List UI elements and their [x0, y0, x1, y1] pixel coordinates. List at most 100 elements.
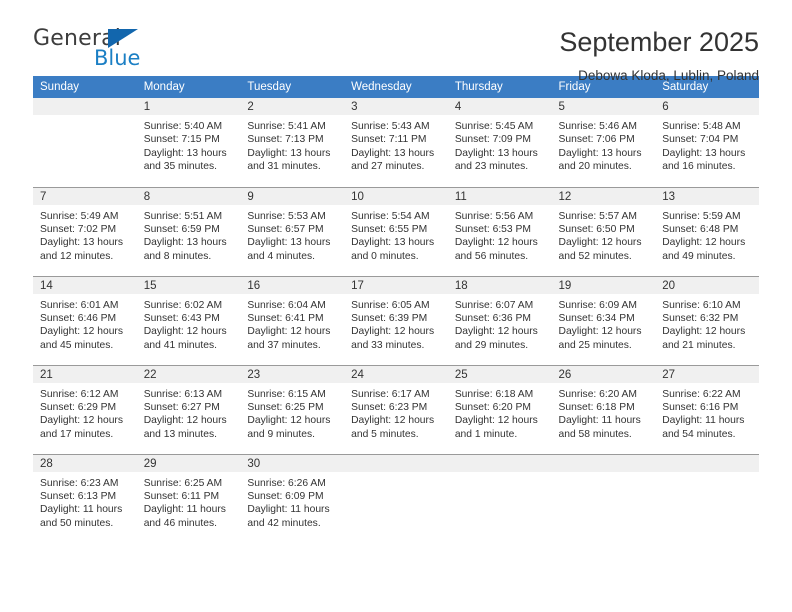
day-number: 23 — [240, 365, 345, 383]
calendar-day-cell[interactable]: 6 Sunrise: 5:48 AM Sunset: 7:04 PM Daylight… — [655, 98, 759, 187]
daylight-duration-line1: Daylight: 13 hours — [40, 237, 123, 249]
calendar-day-cell[interactable]: 26 Sunrise: 6:20 AM Sunset: 6:18 PM Dayligh… — [551, 364, 656, 454]
calendar-day-cell[interactable]: 2 Sunrise: 5:41 AM Sunset: 7:13 PM Daylight… — [240, 98, 345, 187]
weekday-header-thursday: Thursday — [447, 76, 552, 98]
daylight-duration-line2: and 45 minutes. — [40, 339, 114, 351]
calendar-day-cell[interactable]: 10 Sunrise: 5:54 AM Sunset: 6:55 PM Dayligh… — [344, 186, 448, 276]
sunrise-time: Sunrise: 5:54 AM — [351, 210, 430, 222]
calendar-day-cell[interactable]: 28 Sunrise: 6:23 AM Sunset: 6:13 PM Dayligh… — [33, 453, 137, 543]
weekday-header-monday: Monday — [136, 76, 241, 98]
calendar-day-cell[interactable]: 22 Sunrise: 6:13 AM Sunset: 6:27 PM Dayligh… — [136, 364, 241, 454]
calendar-week-row: 21 Sunrise: 6:12 AM Sunset: 6:29 PM Dayligh… — [33, 364, 759, 454]
sunset-time: Sunset: 6:20 PM — [454, 401, 531, 413]
sunrise-time: Sunrise: 6:22 AM — [662, 388, 741, 400]
calendar-day-cell[interactable]: 11 Sunrise: 5:56 AM Sunset: 6:53 PM Dayligh… — [447, 186, 552, 276]
calendar-day-cell[interactable]: 15 Sunrise: 6:02 AM Sunset: 6:43 PM Dayligh… — [136, 275, 241, 365]
calendar-day-cell[interactable]: 25 Sunrise: 6:18 AM Sunset: 6:20 PM Dayligh… — [447, 364, 552, 454]
sunset-time: Sunset: 7:06 PM — [558, 134, 635, 146]
daylight-duration-line1: Daylight: 12 hours — [662, 326, 746, 338]
day-number: 18 — [447, 276, 552, 294]
weekday-header-tuesday: Tuesday — [240, 76, 345, 98]
daylight-duration-line1: Daylight: 12 hours — [454, 415, 538, 427]
calendar-day-cell[interactable]: 3 Sunrise: 5:43 AM Sunset: 7:11 PM Daylight… — [344, 98, 448, 187]
calendar-day-cell[interactable]: 17 Sunrise: 6:05 AM Sunset: 6:39 PM Dayligh… — [344, 275, 448, 365]
calendar-day-cell[interactable]: 18 Sunrise: 6:07 AM Sunset: 6:36 PM Dayligh… — [447, 275, 552, 365]
calendar-day-cell[interactable]: 23 Sunrise: 6:15 AM Sunset: 6:25 PM Dayligh… — [240, 364, 345, 454]
calendar-day-cell[interactable]: 21 Sunrise: 6:12 AM Sunset: 6:29 PM Dayligh… — [33, 364, 137, 454]
day-number: 15 — [136, 276, 241, 294]
calendar-day-cell[interactable]: 14 Sunrise: 6:01 AM Sunset: 6:46 PM Dayligh… — [33, 275, 137, 365]
sunrise-time: Sunrise: 5:45 AM — [454, 121, 534, 132]
sunset-time: Sunset: 6:11 PM — [143, 490, 220, 502]
daylight-duration-line1: Daylight: 13 hours — [247, 237, 331, 249]
calendar-body: 1 Sunrise: 5:40 AM Sunset: 7:15 PM Daylight… — [33, 98, 759, 543]
calendar-day-cell[interactable]: 9 Sunrise: 5:53 AM Sunset: 6:57 PM Daylight… — [240, 186, 345, 276]
daylight-duration-line1: Daylight: 12 hours — [143, 415, 227, 427]
calendar-day-cell[interactable]: 19 Sunrise: 6:09 AM Sunset: 6:34 PM Dayligh… — [551, 275, 656, 365]
daylight-duration-line1: Daylight: 13 hours — [143, 237, 227, 249]
day-number: 8 — [136, 187, 241, 205]
day-number — [344, 454, 448, 472]
calendar-day-cell[interactable]: 1 Sunrise: 5:40 AM Sunset: 7:15 PM Daylight… — [136, 98, 241, 187]
day-details: Sunrise: 5:51 AM Sunset: 6:59 PM Daylight:… — [137, 205, 241, 264]
day-details: Sunrise: 6:05 AM Sunset: 6:39 PM Daylight:… — [344, 294, 448, 353]
day-details: Sunrise: 6:01 AM Sunset: 6:46 PM Daylight:… — [33, 294, 137, 353]
sunset-time: Sunset: 7:15 PM — [143, 134, 220, 146]
sunset-time: Sunset: 6:55 PM — [351, 223, 428, 235]
day-details: Sunrise: 5:56 AM Sunset: 6:53 PM Daylight:… — [448, 205, 552, 264]
calendar-day-cell[interactable]: 16 Sunrise: 6:04 AM Sunset: 6:41 PM Dayligh… — [240, 275, 345, 365]
daylight-duration-line1: Daylight: 12 hours — [454, 326, 538, 338]
sunrise-time: Sunrise: 5:49 AM — [40, 210, 119, 222]
day-number: 19 — [551, 276, 656, 294]
day-number: 10 — [344, 187, 448, 205]
calendar-day-cell[interactable]: 8 Sunrise: 5:51 AM Sunset: 6:59 PM Daylight… — [136, 186, 241, 276]
month-calendar: Sunday Monday Tuesday Wednesday Thursday… — [33, 76, 759, 543]
daylight-duration-line2: and 13 minutes. — [143, 428, 217, 440]
day-number: 29 — [136, 454, 241, 472]
day-number: 1 — [136, 98, 241, 115]
sunrise-time: Sunrise: 5:53 AM — [247, 210, 326, 222]
sunset-time: Sunset: 6:43 PM — [143, 312, 220, 324]
day-number — [447, 454, 552, 472]
sunset-time: Sunset: 6:13 PM — [40, 490, 117, 502]
sunrise-time: Sunrise: 5:48 AM — [662, 121, 741, 132]
calendar-day-cell[interactable]: 13 Sunrise: 5:59 AM Sunset: 6:48 PM Dayligh… — [655, 186, 759, 276]
sunset-time: Sunset: 6:48 PM — [662, 223, 739, 235]
daylight-duration-line2: and 25 minutes. — [558, 339, 632, 351]
calendar-day-cell[interactable]: 12 Sunrise: 5:57 AM Sunset: 6:50 PM Dayligh… — [551, 186, 656, 276]
sunset-time: Sunset: 6:29 PM — [40, 401, 117, 413]
day-number: 21 — [33, 365, 137, 383]
sunset-time: Sunset: 6:32 PM — [662, 312, 739, 324]
calendar-day-cell[interactable]: 27 Sunrise: 6:22 AM Sunset: 6:16 PM Dayligh… — [655, 364, 759, 454]
calendar-day-cell[interactable]: 24 Sunrise: 6:17 AM Sunset: 6:23 PM Dayligh… — [344, 364, 448, 454]
general-blue-logo[interactable]: General Blue — [33, 26, 153, 72]
sunrise-time: Sunrise: 5:40 AM — [143, 121, 223, 132]
calendar-empty-cell — [447, 453, 552, 543]
sunset-time: Sunset: 6:16 PM — [662, 401, 739, 413]
sunset-time: Sunset: 6:41 PM — [247, 312, 324, 324]
day-details: Sunrise: 5:59 AM Sunset: 6:48 PM Daylight:… — [655, 205, 759, 264]
calendar-day-cell[interactable]: 30 Sunrise: 6:26 AM Sunset: 6:09 PM Dayligh… — [240, 453, 345, 543]
calendar-day-cell[interactable]: 7 Sunrise: 5:49 AM Sunset: 7:02 PM Daylight… — [33, 186, 137, 276]
calendar-empty-cell — [344, 453, 448, 543]
calendar-day-cell[interactable]: 5 Sunrise: 5:46 AM Sunset: 7:06 PM Daylight… — [551, 98, 656, 187]
sunrise-time: Sunrise: 6:05 AM — [351, 299, 430, 311]
daylight-duration-line2: and 42 minutes. — [247, 517, 321, 529]
sunrise-time: Sunrise: 5:51 AM — [143, 210, 223, 222]
weekday-header-wednesday: Wednesday — [344, 76, 448, 98]
calendar-day-cell[interactable]: 20 Sunrise: 6:10 AM Sunset: 6:32 PM Dayligh… — [655, 275, 759, 365]
calendar-day-cell[interactable]: 4 Sunrise: 5:45 AM Sunset: 7:09 PM Daylight… — [447, 98, 552, 187]
calendar-day-cell[interactable]: 29 Sunrise: 6:25 AM Sunset: 6:11 PM Dayligh… — [136, 453, 241, 543]
daylight-duration-line2: and 52 minutes. — [558, 250, 632, 262]
day-number: 13 — [655, 187, 759, 205]
sunset-time: Sunset: 6:18 PM — [558, 401, 635, 413]
daylight-duration-line2: and 37 minutes. — [247, 339, 321, 351]
sunrise-time: Sunrise: 5:56 AM — [454, 210, 534, 222]
day-details: Sunrise: 6:23 AM Sunset: 6:13 PM Daylight:… — [33, 472, 137, 531]
day-number: 9 — [240, 187, 345, 205]
calendar-page: General Blue September 2025 Debowa Kloda… — [0, 0, 792, 612]
daylight-duration-line2: and 5 minutes. — [351, 428, 419, 440]
calendar-empty-cell — [551, 453, 656, 543]
calendar-empty-cell — [655, 453, 759, 543]
day-details: Sunrise: 6:02 AM Sunset: 6:43 PM Daylight:… — [137, 294, 241, 353]
